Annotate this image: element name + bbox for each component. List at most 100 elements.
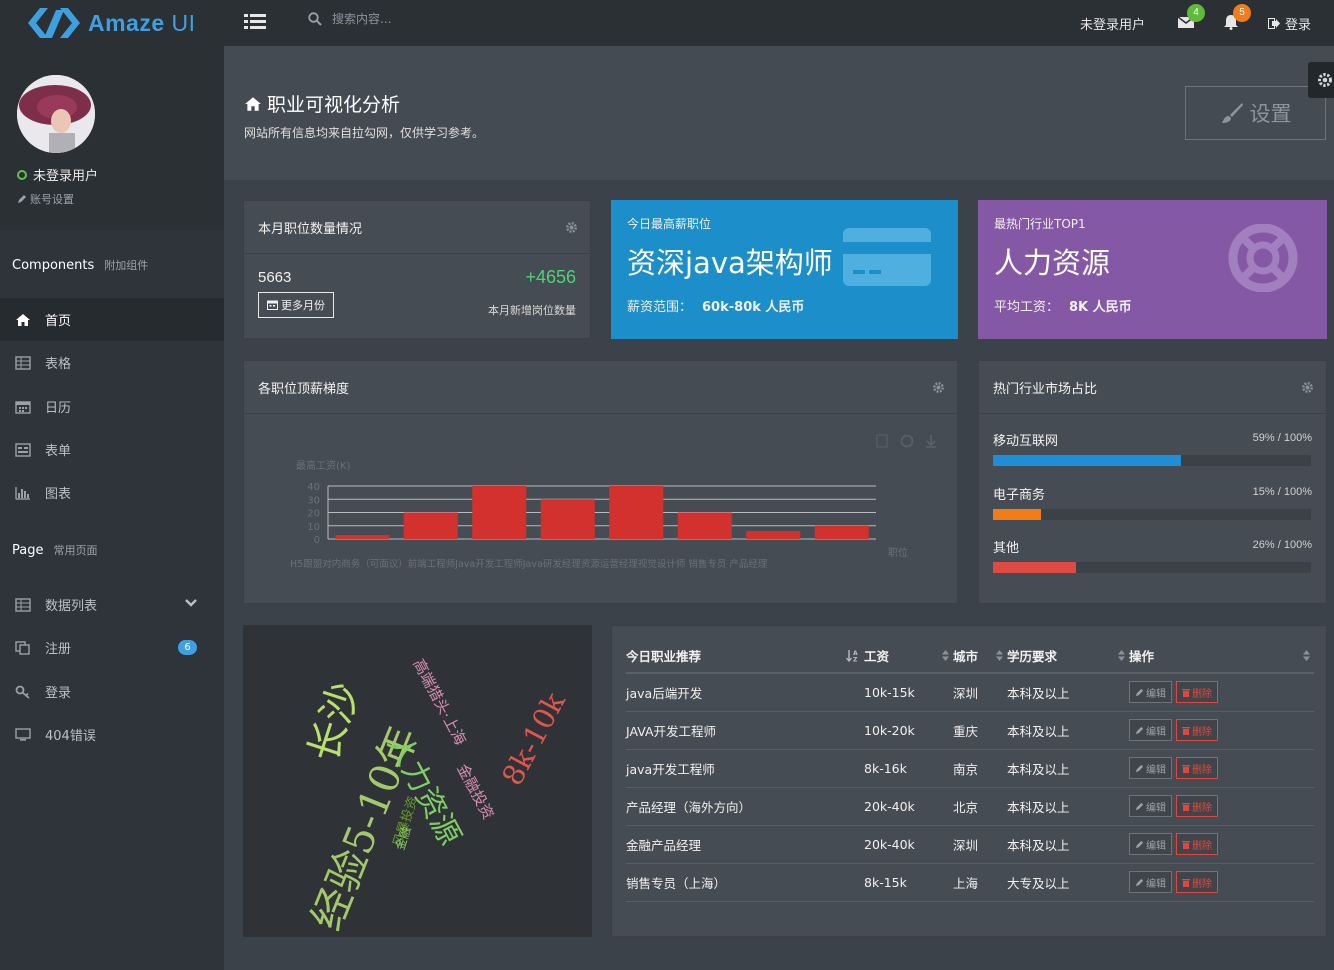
bell-badge: 5 (1233, 4, 1251, 22)
gear-icon[interactable] (1301, 381, 1314, 394)
column-header-city[interactable]: 城市 (953, 638, 1007, 674)
user-status: 未登录用户 (17, 165, 98, 184)
table-row[interactable]: 销售专员（上海） 8k-15k 上海 大专及以上 编辑 删除 (626, 863, 1314, 902)
pencil-icon (1135, 726, 1144, 734)
table-row[interactable]: java开发工程师 8k-16k 南京 本科及以上 编辑 删除 (626, 749, 1314, 788)
city-cell: 深圳 (953, 673, 1007, 712)
salary-cell: 20k-40k (864, 825, 953, 864)
edit-button[interactable]: 编辑 (1129, 757, 1172, 779)
job-title-cell: JAVA开发工程师 (626, 711, 864, 750)
chart-bar[interactable] (403, 512, 458, 540)
account-settings-label: 账号设置 (30, 193, 74, 206)
panel-header: 本月职位数量情况 (244, 201, 590, 254)
theme-settings-tab[interactable] (1308, 62, 1334, 98)
avatar[interactable] (17, 75, 95, 153)
pencil-icon (1135, 840, 1144, 848)
chart-xlabel: 职位 (888, 546, 908, 559)
pencil-icon (1135, 688, 1144, 696)
sidebar-item-label: 表格 (45, 357, 72, 372)
top-salary-tile[interactable]: 今日最高薪职位 资深java架构师 薪资范围： 60k-80k 人民币 (611, 200, 958, 339)
menu-toggle-icon[interactable] (244, 13, 266, 31)
trash-icon (1182, 726, 1190, 735)
sort-icon (996, 650, 1003, 661)
header-login-button[interactable]: 登录 (1268, 14, 1311, 33)
chart-bar[interactable] (335, 535, 390, 539)
trash-icon (1182, 802, 1190, 811)
delete-button[interactable]: 删除 (1176, 757, 1218, 779)
chevron-down-icon[interactable] (184, 598, 198, 608)
table-row[interactable]: java后端开发 10k-15k 深圳 本科及以上 编辑 删除 (626, 673, 1314, 712)
search-input[interactable] (332, 12, 492, 26)
table-row[interactable]: JAVA开发工程师 10k-20k 重庆 本科及以上 编辑 删除 (626, 711, 1314, 750)
brand-logo[interactable]: Amaze UI (0, 0, 224, 46)
market-row-percent: 26% / 100% (1252, 539, 1312, 551)
account-settings-link[interactable]: 账号设置 (17, 191, 74, 207)
chart-bar[interactable] (540, 499, 595, 539)
market-progress-fill (993, 562, 1076, 573)
monthly-count: 5663 (258, 269, 292, 286)
chart-bar[interactable] (746, 531, 801, 539)
sidebar-item-form[interactable]: 表单 (0, 428, 224, 471)
sidebar-item-404[interactable]: 404错误 (0, 713, 224, 756)
salary-bar-chart: 最高工资(K) 职位 H5跟盟对内商务（可面议）前端工程师Java开发工程师Ja… (290, 434, 936, 570)
column-header-education[interactable]: 学历要求 (1007, 638, 1129, 674)
components-section-title: Components 附加组件 (12, 257, 148, 273)
chart-bar[interactable] (677, 512, 732, 540)
edit-button[interactable]: 编辑 (1129, 795, 1172, 817)
delete-button[interactable]: 删除 (1176, 871, 1218, 893)
edit-button[interactable]: 编辑 (1129, 871, 1172, 893)
column-label: 工资 (864, 648, 890, 664)
chart-bar[interactable] (609, 486, 664, 539)
more-months-label: 更多月份 (281, 299, 325, 312)
bar-chart-icon (15, 486, 30, 500)
refresh-icon[interactable] (900, 434, 914, 448)
edit-button[interactable]: 编辑 (1129, 681, 1172, 704)
edit-button[interactable]: 编辑 (1129, 719, 1172, 741)
chart-bar[interactable] (472, 486, 527, 539)
sidebar-item-login[interactable]: 登录 (0, 670, 224, 713)
delete-button[interactable]: 删除 (1176, 681, 1218, 704)
table-row[interactable]: 产品经理（海外方向） 20k-40k 北京 本科及以上 编辑 删除 (626, 787, 1314, 826)
gear-icon[interactable] (565, 221, 578, 234)
settings-button[interactable]: 设置 (1185, 86, 1326, 140)
data-view-icon[interactable] (876, 434, 888, 448)
header-user-name[interactable]: 未登录用户 (1080, 14, 1145, 33)
column-header-salary[interactable]: 工资 (864, 638, 953, 674)
delete-button[interactable]: 删除 (1176, 795, 1218, 817)
edit-button[interactable]: 编辑 (1129, 833, 1172, 855)
top-industry-tile[interactable]: 最热门行业TOP1 人力资源 平均工资： 8K 人民币 (978, 200, 1327, 339)
sidebar-item-calendar[interactable]: 日历 (0, 385, 224, 428)
monthly-delta: +4656 (525, 267, 576, 287)
sort-icon (1303, 650, 1310, 661)
column-header-job[interactable]: 今日职业推荐 AZ (626, 638, 864, 674)
home-icon (16, 313, 30, 326)
market-row-label: 其他 (993, 541, 1020, 556)
chart-ytick-label: 10 (307, 522, 320, 533)
chart-ytick-label: 0 (314, 535, 320, 546)
sidebar-item-chart[interactable]: 图表 (0, 471, 224, 514)
actions-cell: 编辑 删除 (1129, 673, 1314, 712)
gear-icon[interactable] (932, 381, 945, 394)
panel-title: 热门行业市场占比 (993, 381, 1098, 397)
sidebar-item-home[interactable]: 首页 (0, 298, 224, 341)
mail-badge: 4 (1187, 4, 1205, 22)
delete-button[interactable]: 删除 (1176, 719, 1218, 741)
column-label: 城市 (953, 648, 979, 664)
tile-subtitle: 薪资范围： 60k-80k 人民币 (627, 296, 804, 315)
table-row[interactable]: 金融产品经理 20k-40k 深圳 本科及以上 编辑 删除 (626, 825, 1314, 864)
edit-label: 编辑 (1146, 878, 1166, 890)
download-icon[interactable] (926, 435, 936, 448)
education-cell: 本科及以上 (1007, 711, 1129, 750)
delete-button[interactable]: 删除 (1176, 833, 1218, 855)
calendar-icon (15, 400, 31, 414)
chart-bar[interactable] (814, 525, 869, 539)
sidebar-item-label: 404错误 (45, 729, 96, 744)
sidebar-item-register[interactable]: 注册 6 (0, 626, 224, 669)
column-header-actions[interactable]: 操作 (1129, 638, 1314, 674)
sidebar-item-data-list[interactable]: 数据列表 (0, 583, 224, 626)
city-cell: 上海 (953, 863, 1007, 902)
sidebar-item-table[interactable]: 表格 (0, 341, 224, 384)
tile-caption: 今日最高薪职位 (627, 217, 712, 231)
more-months-button[interactable]: 更多月份 (258, 292, 334, 318)
sort-icon (1118, 650, 1125, 661)
